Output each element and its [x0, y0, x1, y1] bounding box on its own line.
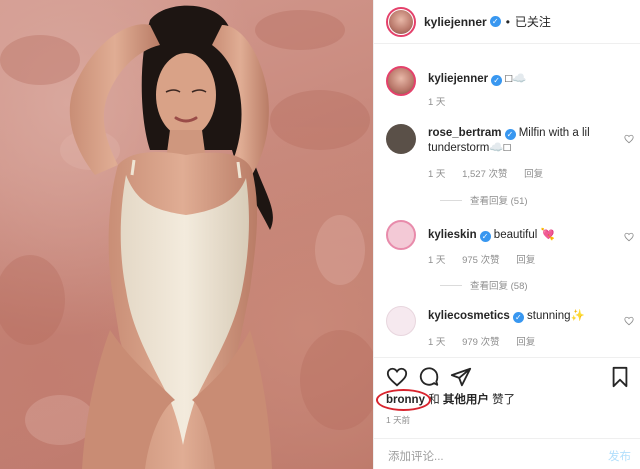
caption-time: 1 天: [428, 97, 446, 108]
comment-likes[interactable]: 1,527 次赞: [462, 169, 507, 180]
author-avatar[interactable]: [386, 6, 416, 37]
post-timestamp: 1 天前: [386, 415, 411, 425]
commenter-avatar[interactable]: [386, 124, 416, 154]
verified-badge-icon: ✓: [489, 16, 501, 27]
author-username[interactable]: kyliejenner: [424, 15, 487, 29]
comment-input[interactable]: 添加评论...: [388, 448, 444, 464]
follow-status-button[interactable]: 已关注: [515, 13, 551, 30]
reply-button[interactable]: 回复: [516, 255, 535, 266]
comment-time: 1 天: [428, 337, 446, 348]
comment-item: kyliecosmetics ✓ stunning✨ 1 天 979 次赞 回复: [386, 306, 636, 352]
caption-item: kyliejenner ✓ □☁️ 1 天: [386, 66, 636, 108]
verified-badge-icon: ✓: [491, 75, 503, 86]
comment-meta: 1 天 975 次赞 回复: [428, 252, 549, 266]
caption-text: kyliejenner ✓ □☁️: [428, 72, 618, 87]
verified-badge-icon: ✓: [504, 129, 516, 140]
comment-time: 1 天: [428, 169, 446, 180]
bookmark-icon[interactable]: [609, 366, 631, 388]
likes-suffix: 赞了: [492, 394, 516, 406]
caption-username[interactable]: kyliejenner: [428, 73, 488, 85]
reply-button[interactable]: 回复: [516, 337, 535, 348]
post-photo-illustration: [0, 5, 373, 469]
like-heart-icon[interactable]: [386, 366, 408, 388]
annotation-circle: [376, 389, 431, 411]
comment-username[interactable]: rose_bertram: [428, 127, 502, 139]
comment-item: kylieskin ✓ beautiful 💘 1 天 975 次赞 回复 查看回…: [386, 220, 636, 296]
comment-content: beautiful 💘: [493, 229, 555, 241]
commenter-avatar[interactable]: [386, 306, 416, 336]
share-icon[interactable]: [450, 366, 472, 388]
comment-meta: 1 天 1,527 次赞 回复: [428, 166, 557, 180]
comment-text: kylieskin ✓ beautiful 💘: [428, 228, 618, 243]
comment-text: rose_bertram ✓ Milfin with a lil tunderst…: [428, 126, 618, 156]
heart-icon[interactable]: [624, 134, 634, 144]
comment-text: kyliecosmetics ✓ stunning✨: [428, 309, 618, 324]
post-comment-button[interactable]: 发布: [608, 448, 631, 464]
comment-likes[interactable]: 975 次赞: [462, 255, 500, 266]
verified-badge-icon: ✓: [479, 231, 491, 242]
caption-content: □☁️: [505, 73, 527, 85]
post-header: kyliejenner ✓ • 已关注: [374, 0, 640, 44]
separator-dot: •: [505, 14, 510, 29]
comment-likes[interactable]: 979 次赞: [462, 337, 500, 348]
verified-badge-icon: ✓: [512, 312, 524, 323]
reply-button[interactable]: 回复: [524, 169, 543, 180]
caption-meta: 1 天: [428, 94, 459, 108]
commenter-avatar[interactable]: [386, 220, 416, 250]
post-photo[interactable]: [0, 0, 373, 469]
heart-icon[interactable]: [624, 232, 634, 242]
heart-icon[interactable]: [624, 316, 634, 326]
add-comment-bar: 添加评论... 发布: [374, 438, 640, 469]
comment-content: stunning✨: [527, 310, 585, 322]
comment-item: rose_bertram ✓ Milfin with a lil tunderst…: [386, 124, 636, 207]
other-likers-link[interactable]: 其他用户: [443, 394, 489, 406]
comment-username[interactable]: kylieskin: [428, 229, 477, 241]
comments-list: kyliejenner ✓ □☁️ 1 天 rose_bertram ✓ Milfi…: [374, 44, 640, 356]
comment-username[interactable]: kyliecosmetics: [428, 310, 510, 322]
caption-avatar[interactable]: [386, 66, 416, 96]
view-replies-button[interactable]: 查看回复 (51): [440, 193, 528, 207]
comment-time: 1 天: [428, 255, 446, 266]
comment-icon[interactable]: [418, 366, 440, 388]
comment-meta: 1 天 979 次赞 回复: [428, 334, 549, 348]
view-replies-button[interactable]: 查看回复 (58): [440, 278, 528, 292]
post-actions-bar: [374, 357, 640, 393]
